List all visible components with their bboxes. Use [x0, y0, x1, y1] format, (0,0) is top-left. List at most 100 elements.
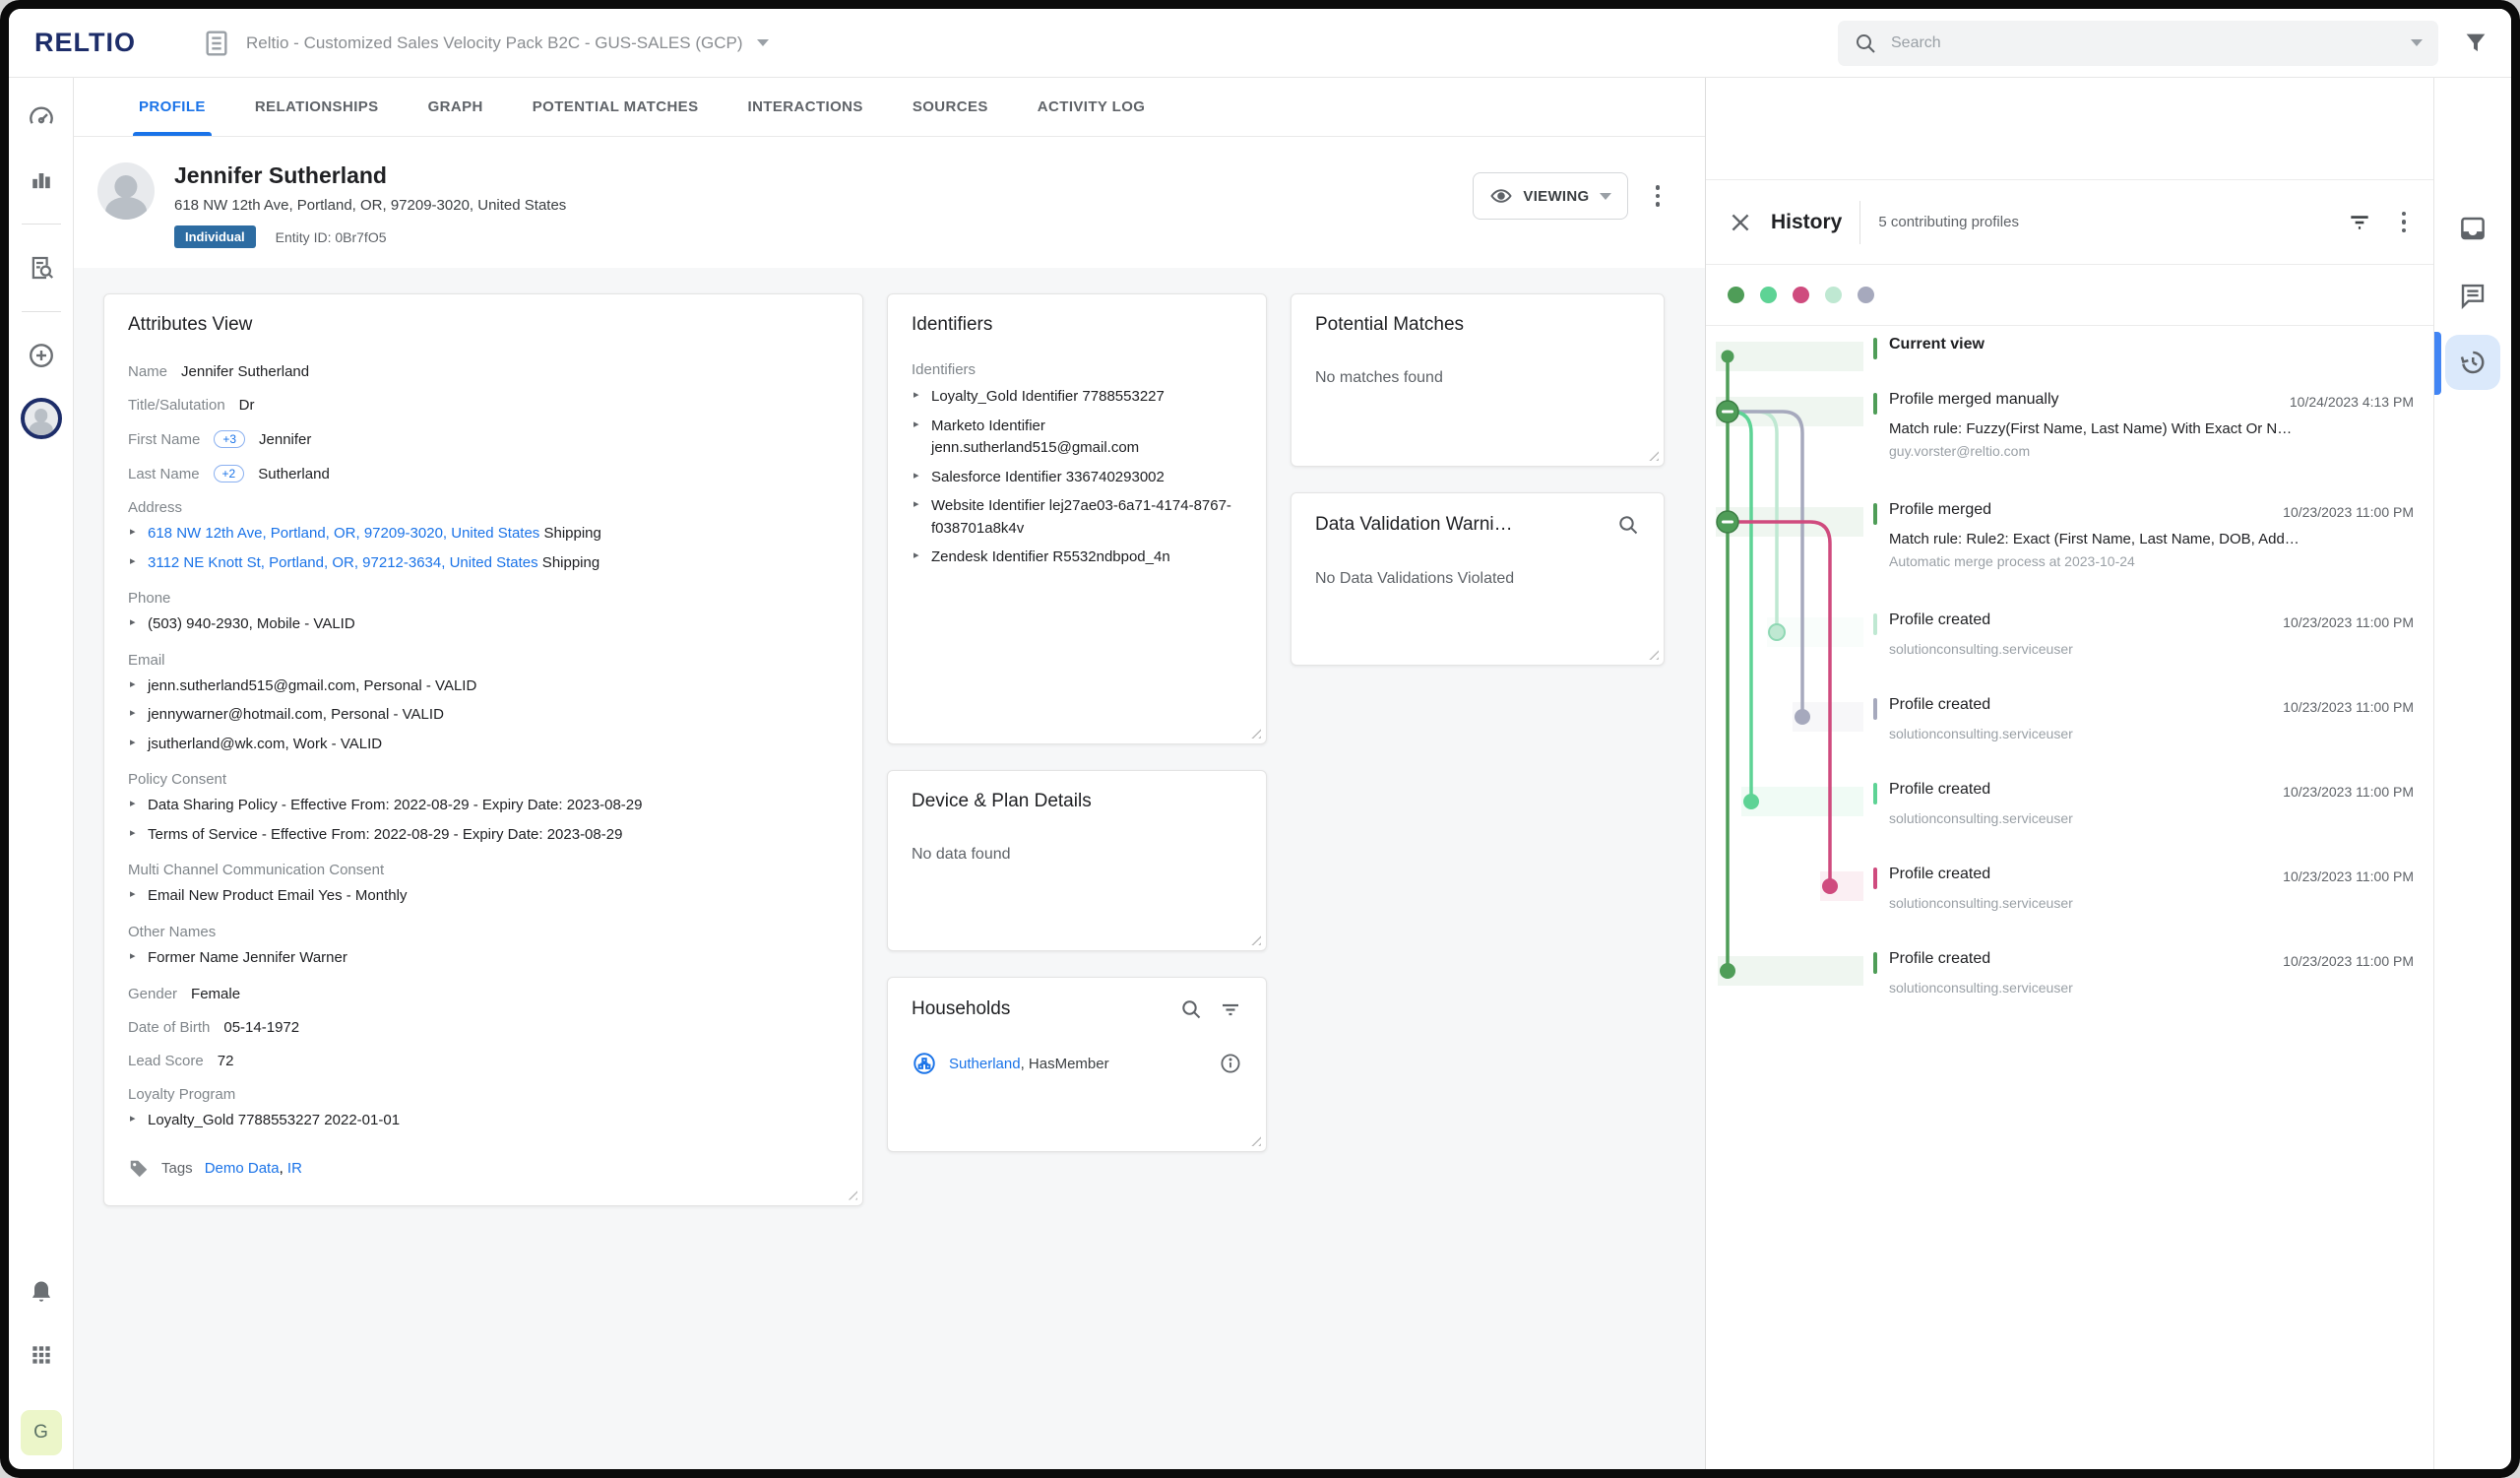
- expand-arrow-icon[interactable]: ▸: [130, 553, 136, 570]
- attribute-group-item[interactable]: ▸ Terms of Service - Effective From: 2022…: [128, 824, 839, 847]
- history-event[interactable]: Profile merged manually10/24/2023 4:13 P…: [1873, 391, 2414, 501]
- apps-grid-icon[interactable]: [20, 1333, 63, 1377]
- expand-arrow-icon[interactable]: ▸: [914, 417, 919, 433]
- attribute-group-item[interactable]: ▸Loyalty_Gold 7788553227 2022-01-01: [128, 1110, 839, 1132]
- attribute-group-label: Email: [128, 652, 839, 669]
- viewing-mode-button[interactable]: VIEWING: [1473, 172, 1627, 220]
- history-event[interactable]: Profile merged10/23/2023 11:00 PMMatch r…: [1873, 501, 2414, 611]
- tag-link[interactable]: IR: [287, 1160, 302, 1177]
- attribute-group-item[interactable]: ▸Former Name Jennifer Warner: [128, 947, 839, 970]
- attribute-row: Last Name+2Sutherland: [128, 465, 839, 482]
- profile-more-menu[interactable]: [1650, 179, 1667, 213]
- expand-arrow-icon[interactable]: ▸: [130, 948, 136, 965]
- notifications-bell-icon[interactable]: [20, 1270, 63, 1314]
- add-new-icon[interactable]: [20, 334, 63, 377]
- attribute-group-item[interactable]: ▸ Data Sharing Policy - Effective From: 2…: [128, 795, 839, 817]
- attribute-group-item[interactable]: ▸jsutherland@wk.com, Work - VALID: [128, 734, 839, 756]
- reports-chart-icon[interactable]: [20, 159, 63, 202]
- attribute-text: (503) 940-2930, Mobile - VALID: [148, 615, 355, 632]
- household-member-link[interactable]: Sutherland: [949, 1056, 1021, 1072]
- expand-arrow-icon[interactable]: ▸: [130, 676, 136, 693]
- identifier-text: Salesforce Identifier 336740293002: [931, 469, 1165, 485]
- history-event[interactable]: Profile created10/23/2023 11:00 PMsoluti…: [1873, 611, 2414, 696]
- expand-arrow-icon[interactable]: ▸: [130, 886, 136, 903]
- history-event[interactable]: Profile created10/23/2023 11:00 PMsoluti…: [1873, 866, 2414, 950]
- event-user: solutionconsulting.serviceuser: [1889, 641, 2414, 657]
- search-input[interactable]: [1891, 34, 2397, 52]
- attribute-group-item[interactable]: ▸Email New Product Email Yes - Monthly: [128, 885, 839, 908]
- value-count-badge[interactable]: +3: [214, 430, 245, 448]
- timeline-graph: [1706, 336, 1873, 1469]
- households-filter-icon[interactable]: [1219, 997, 1242, 1021]
- attribute-group-label: Loyalty Program: [128, 1086, 839, 1103]
- tab-profile[interactable]: PROFILE: [139, 78, 206, 136]
- attribute-group: Phone▸(503) 940-2930, Mobile - VALID: [128, 590, 839, 636]
- user-avatar-badge[interactable]: G: [21, 1410, 62, 1455]
- attribute-group-item[interactable]: ▸jennywarner@hotmail.com, Personal - VAL…: [128, 704, 839, 727]
- attribute-text: Data Sharing Policy - Effective From: 20…: [148, 797, 642, 813]
- household-info-icon[interactable]: [1219, 1052, 1242, 1075]
- event-title: Profile created: [1889, 866, 1990, 883]
- event-timestamp: 10/23/2023 11:00 PM: [2283, 950, 2414, 969]
- attribute-group-item[interactable]: ▸ 3112 NE Knott St, Portland, OR, 97212-3…: [128, 552, 839, 575]
- tab-graph[interactable]: GRAPH: [428, 78, 483, 136]
- household-member-row[interactable]: Sutherland, HasMember: [912, 1051, 1242, 1076]
- history-event[interactable]: Profile created10/23/2023 11:00 PMsoluti…: [1873, 781, 2414, 866]
- households-search-icon[interactable]: [1179, 997, 1203, 1021]
- contributing-profiles-count: 5 contributing profiles: [1878, 214, 2019, 230]
- identifier-item[interactable]: ▸Loyalty_Gold Identifier 7788553227: [912, 386, 1242, 409]
- expand-arrow-icon[interactable]: ▸: [130, 705, 136, 722]
- global-search[interactable]: [1838, 21, 2438, 66]
- identifier-item[interactable]: ▸Website Identifier lej27ae03-6a71-4174-…: [912, 495, 1242, 540]
- details-tray-icon[interactable]: [2445, 201, 2500, 256]
- current-profile-avatar[interactable]: [20, 397, 63, 440]
- tag-link[interactable]: Demo Data: [205, 1160, 280, 1177]
- identifier-item[interactable]: ▸Zendesk Identifier R5532ndbpod_4n: [912, 546, 1242, 569]
- expand-arrow-icon[interactable]: ▸: [130, 735, 136, 751]
- value-count-badge[interactable]: +2: [214, 465, 245, 482]
- history-event[interactable]: Current view: [1873, 336, 2414, 391]
- expand-arrow-icon[interactable]: ▸: [130, 524, 136, 541]
- expand-arrow-icon[interactable]: ▸: [130, 1111, 136, 1127]
- search-records-icon[interactable]: [20, 246, 63, 289]
- expand-arrow-icon[interactable]: ▸: [130, 796, 136, 812]
- active-panel-indicator: [2434, 332, 2441, 395]
- tab-interactions[interactable]: INTERACTIONS: [748, 78, 863, 136]
- expand-arrow-icon[interactable]: ▸: [914, 468, 919, 484]
- history-event[interactable]: Profile created10/23/2023 11:00 PMsoluti…: [1873, 950, 2414, 1035]
- comments-icon[interactable]: [2445, 268, 2500, 323]
- dashboard-gauge-icon[interactable]: [20, 96, 63, 139]
- identifiers-card-title: Identifiers: [912, 314, 1242, 336]
- contributor-dot: [1728, 287, 1744, 303]
- tab-sources[interactable]: SOURCES: [913, 78, 988, 136]
- history-event[interactable]: Profile created10/23/2023 11:00 PMsoluti…: [1873, 696, 2414, 781]
- attribute-group-item[interactable]: ▸jenn.sutherland515@gmail.com, Personal …: [128, 675, 839, 698]
- attribute-link[interactable]: 618 NW 12th Ave, Portland, OR, 97209-302…: [148, 525, 539, 542]
- expand-arrow-icon[interactable]: ▸: [914, 496, 919, 513]
- attribute-row: First Name+3Jennifer: [128, 430, 839, 448]
- history-title: History: [1771, 211, 1842, 234]
- workspace-title: Reltio - Customized Sales Velocity Pack …: [246, 33, 743, 53]
- search-scope-caret-icon[interactable]: [2411, 39, 2423, 46]
- identifier-item[interactable]: ▸Marketo Identifier jenn.sutherland515@g…: [912, 416, 1242, 460]
- expand-arrow-icon[interactable]: ▸: [914, 387, 919, 404]
- expand-arrow-icon[interactable]: ▸: [130, 825, 136, 842]
- close-icon[interactable]: [1728, 210, 1753, 235]
- attribute-text: Terms of Service - Effective From: 2022-…: [148, 826, 622, 843]
- attribute-link[interactable]: 3112 NE Knott St, Portland, OR, 97212-36…: [148, 554, 538, 571]
- data-validation-search-icon[interactable]: [1616, 513, 1640, 537]
- expand-arrow-icon[interactable]: ▸: [130, 614, 136, 631]
- identifier-item[interactable]: ▸ Salesforce Identifier 336740293002: [912, 467, 1242, 489]
- attribute-group-item[interactable]: ▸ 618 NW 12th Ave, Portland, OR, 97209-30…: [128, 523, 839, 546]
- history-filter-icon[interactable]: [2347, 210, 2372, 235]
- history-panel-icon[interactable]: [2445, 335, 2500, 390]
- attribute-value: Female: [191, 986, 240, 1002]
- tab-activity-log[interactable]: ACTIVITY LOG: [1038, 78, 1146, 136]
- tab-relationships[interactable]: RELATIONSHIPS: [255, 78, 379, 136]
- workspace-selector[interactable]: Reltio - Customized Sales Velocity Pack …: [201, 28, 769, 59]
- attribute-group-item[interactable]: ▸ (503) 940-2930, Mobile - VALID: [128, 613, 839, 636]
- tab-potential-matches[interactable]: POTENTIAL MATCHES: [533, 78, 699, 136]
- expand-arrow-icon[interactable]: ▸: [914, 547, 919, 564]
- history-more-menu[interactable]: [2396, 206, 2413, 239]
- filter-funnel-icon[interactable]: [2462, 30, 2489, 57]
